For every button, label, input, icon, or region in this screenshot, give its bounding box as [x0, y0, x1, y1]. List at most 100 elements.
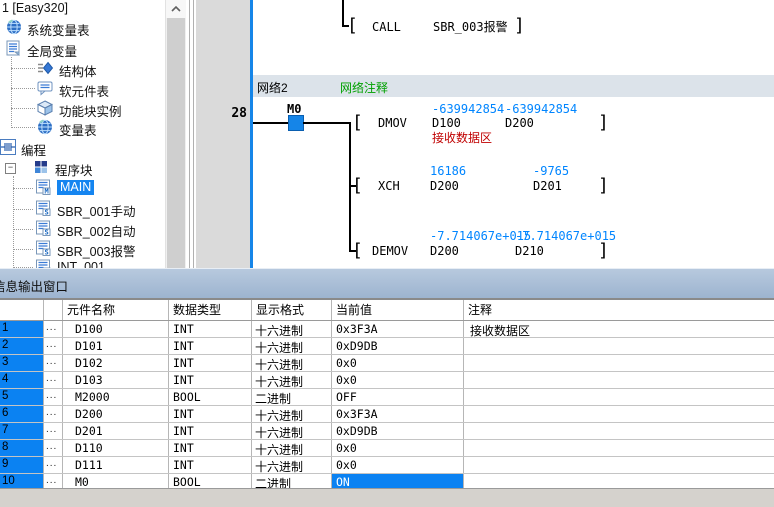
collapse-expander-icon[interactable]: −	[5, 163, 16, 174]
cell-data-type[interactable]: INT	[169, 440, 252, 456]
operand-name[interactable]: D200	[505, 117, 534, 130]
cell-current-value[interactable]: 0xD9DB	[332, 423, 464, 439]
cell-display-format[interactable]: 十六进制	[252, 423, 332, 439]
cell-element-name[interactable]: D101	[63, 338, 169, 354]
row-number-cell[interactable]: 1	[0, 321, 44, 337]
cell-comment[interactable]	[464, 338, 774, 354]
call-operand[interactable]: SBR_003报警	[433, 21, 508, 34]
cell-comment[interactable]: 接收数据区	[464, 321, 774, 337]
cell-data-type[interactable]: INT	[169, 321, 252, 337]
cell-current-value[interactable]: 0x3F3A	[332, 406, 464, 422]
cell-current-value[interactable]: 0x0	[332, 372, 464, 388]
cell-display-format[interactable]: 十六进制	[252, 355, 332, 371]
cell-current-value[interactable]: 0xD9DB	[332, 338, 464, 354]
call-branch-wire	[342, 0, 344, 27]
cell-data-type[interactable]: INT	[169, 457, 252, 473]
operand-name[interactable]: D100	[432, 117, 461, 130]
row-browse-button[interactable]: ...	[44, 389, 63, 405]
row-browse-button[interactable]: ...	[44, 423, 63, 439]
sidebar-vertical-scrollbar[interactable]	[165, 0, 186, 268]
cell-comment[interactable]	[464, 372, 774, 388]
tree-connector	[13, 229, 33, 230]
cell-data-type[interactable]: INT	[169, 423, 252, 439]
row-number-cell[interactable]: 2	[0, 338, 44, 354]
watch-table: 元件名称 数据类型 显示格式 当前值 注释 1 ... D100 INT 十六进…	[0, 298, 774, 491]
globe-icon	[37, 119, 53, 135]
cell-display-format[interactable]: 十六进制	[252, 440, 332, 456]
ladder-margin-gutter	[196, 0, 250, 268]
horizontal-scrollbar[interactable]	[0, 488, 774, 507]
row-browse-button[interactable]: ...	[44, 355, 63, 371]
row-number-cell[interactable]: 9	[0, 457, 44, 473]
cell-data-type[interactable]: INT	[169, 406, 252, 422]
cell-element-name[interactable]: M2000	[63, 389, 169, 405]
scrollbar-thumb[interactable]	[167, 18, 185, 268]
cell-comment[interactable]	[464, 457, 774, 473]
cell-data-type[interactable]: INT	[169, 372, 252, 388]
row-number-cell[interactable]: 8	[0, 440, 44, 456]
instruction-opcode[interactable]: DMOV	[378, 117, 407, 130]
cell-display-format[interactable]: 十六进制	[252, 321, 332, 337]
cell-element-name[interactable]: D201	[63, 423, 169, 439]
cell-element-name[interactable]: D110	[63, 440, 169, 456]
network-comment[interactable]: 网络注释	[340, 79, 388, 96]
cell-display-format[interactable]: 二进制	[252, 389, 332, 405]
row-browse-button[interactable]: ...	[44, 338, 63, 354]
cell-comment[interactable]	[464, 406, 774, 422]
row-browse-button[interactable]: ...	[44, 457, 63, 473]
row-browse-button[interactable]: ...	[44, 406, 63, 422]
document-icon	[5, 40, 21, 56]
table-row: 5 ... M2000 BOOL 二进制 OFF	[0, 389, 774, 406]
program-doc-icon: S	[35, 240, 51, 256]
table-row: 7 ... D201 INT 十六进制 0xD9DB	[0, 423, 774, 440]
operand-name[interactable]: D210	[515, 245, 544, 258]
cell-element-name[interactable]: D200	[63, 406, 169, 422]
row-browse-button[interactable]: ...	[44, 321, 63, 337]
cell-current-value[interactable]: 0x0	[332, 355, 464, 371]
cell-current-value[interactable]: 0x0	[332, 440, 464, 456]
cell-element-name[interactable]: D102	[63, 355, 169, 371]
header-element-name: 元件名称	[63, 300, 169, 320]
struct-icon	[37, 60, 53, 76]
instruction-opcode[interactable]: XCH	[378, 180, 400, 193]
cell-current-value[interactable]: 0x0	[332, 457, 464, 473]
tree-connector	[13, 188, 33, 189]
panel-splitter[interactable]	[186, 0, 196, 268]
operand-name[interactable]: D201	[533, 180, 562, 193]
cell-comment[interactable]	[464, 355, 774, 371]
row-number-cell[interactable]: 5	[0, 389, 44, 405]
cell-element-name[interactable]: D111	[63, 457, 169, 473]
operand-value: -639942854	[432, 103, 504, 116]
cell-data-type[interactable]: BOOL	[169, 389, 252, 405]
operand-name[interactable]: D200	[430, 180, 459, 193]
cell-comment[interactable]	[464, 440, 774, 456]
svg-text:S: S	[45, 209, 49, 217]
cell-element-name[interactable]: D103	[63, 372, 169, 388]
output-panel-titlebar[interactable]: 信息输出窗口	[0, 268, 774, 299]
call-opcode[interactable]: CALL	[372, 21, 401, 34]
operand-name[interactable]: D200	[430, 245, 459, 258]
cell-display-format[interactable]: 十六进制	[252, 406, 332, 422]
row-number-cell[interactable]: 4	[0, 372, 44, 388]
row-number-cell[interactable]: 6	[0, 406, 44, 422]
row-number-cell[interactable]: 3	[0, 355, 44, 371]
row-number-cell[interactable]: 7	[0, 423, 44, 439]
cell-display-format[interactable]: 十六进制	[252, 457, 332, 473]
cell-comment[interactable]	[464, 423, 774, 439]
row-browse-button[interactable]: ...	[44, 372, 63, 388]
cell-display-format[interactable]: 十六进制	[252, 338, 332, 354]
cell-display-format[interactable]: 十六进制	[252, 372, 332, 388]
cell-current-value[interactable]: 0x3F3A	[332, 321, 464, 337]
scroll-up-arrow-icon[interactable]	[166, 0, 186, 18]
contact-m0[interactable]	[288, 115, 304, 131]
row-browse-button[interactable]: ...	[44, 440, 63, 456]
cell-current-value[interactable]: OFF	[332, 389, 464, 405]
cell-data-type[interactable]: INT	[169, 338, 252, 354]
operand-comment: 接收数据区	[432, 132, 492, 145]
network-header[interactable]: 网络2 网络注释	[253, 75, 774, 97]
cell-data-type[interactable]: INT	[169, 355, 252, 371]
instruction-opcode[interactable]: DEMOV	[372, 245, 408, 258]
cell-comment[interactable]	[464, 389, 774, 405]
output-panel: 信息输出窗口 元件名称 数据类型 显示格式 当前值 注释 1 ... D100	[0, 268, 774, 507]
cell-element-name[interactable]: D100	[63, 321, 169, 337]
